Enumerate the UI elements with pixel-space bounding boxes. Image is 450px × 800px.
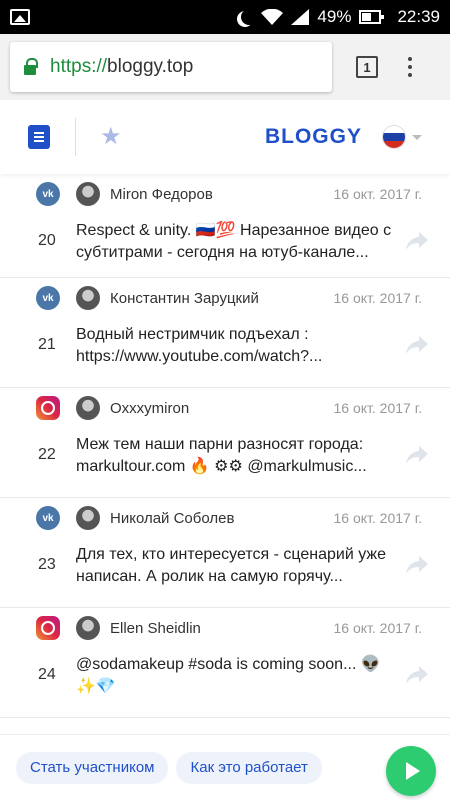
post-author[interactable]: Oxxxymiron: [110, 400, 189, 417]
chevron-down-icon[interactable]: [412, 134, 422, 140]
post-number: 24: [38, 666, 56, 683]
post-text[interactable]: Respect & unity. 🇷🇺💯 Нарезанное видео с …: [76, 220, 394, 264]
share-icon[interactable]: [406, 232, 428, 250]
post-date: 16 окт. 2017 г.: [333, 620, 423, 636]
post-author[interactable]: Ellen Sheidlin: [110, 620, 201, 637]
bottom-bar: Стать участником Как это работает: [0, 734, 450, 800]
play-icon: [406, 762, 420, 780]
avatar[interactable]: [76, 286, 100, 310]
clock: 22:39: [397, 7, 440, 26]
browser-toolbar: https:// bloggy.top 1: [0, 34, 450, 100]
tab-switcher-button[interactable]: 1: [356, 56, 378, 78]
post-number: 20: [38, 232, 56, 249]
address-bar[interactable]: https:// bloggy.top: [10, 42, 332, 92]
site-header: ★ BLOGGY: [0, 100, 450, 174]
post-number: 23: [38, 556, 56, 573]
join-button[interactable]: Стать участником: [16, 751, 169, 784]
post-feed[interactable]: vk Miron Федоров 16 окт. 2017 г. 20 Respect …: [0, 174, 450, 734]
post-item[interactable]: Ellen Sheidlin 16 окт. 2017 г. 24 @sodamake…: [0, 608, 450, 718]
language-flag-icon[interactable]: [382, 125, 406, 149]
post-date: 16 окт. 2017 г.: [333, 186, 423, 202]
url-host: bloggy.top: [107, 56, 194, 77]
play-button[interactable]: [386, 746, 436, 796]
post-author[interactable]: Николай Соболев: [110, 510, 234, 527]
browser-menu-icon[interactable]: [408, 57, 412, 77]
wifi-icon: [261, 9, 284, 25]
battery-icon: [359, 10, 385, 24]
share-icon[interactable]: [406, 666, 428, 684]
post-text[interactable]: Меж тем наши парни разносят города: mark…: [76, 434, 394, 478]
instagram-icon: [36, 396, 60, 420]
how-it-works-button[interactable]: Как это работает: [176, 751, 322, 784]
post-author[interactable]: Константин Заруцкий: [110, 290, 259, 307]
avatar[interactable]: [76, 396, 100, 420]
gallery-notification-icon: [10, 9, 30, 25]
post-author[interactable]: Miron Федоров: [110, 186, 213, 203]
instagram-icon: [36, 616, 60, 640]
vk-icon: vk: [36, 182, 60, 206]
url-scheme: https://: [50, 56, 108, 77]
post-item[interactable]: vk Константин Заруцкий 16 окт. 2017 г. 21 Во…: [0, 278, 450, 388]
avatar[interactable]: [76, 616, 100, 640]
share-icon[interactable]: [406, 556, 428, 574]
status-bar: 49% 22:39: [0, 0, 450, 34]
post-item[interactable]: vk Николай Соболев 16 окт. 2017 г. 23 Для те…: [0, 498, 450, 608]
post-text[interactable]: @sodamakeup #soda is coming soon... 👽✨💎: [76, 654, 394, 698]
site-logo[interactable]: BLOGGY: [265, 125, 362, 149]
tab-count: 1: [363, 59, 371, 75]
post-date: 16 окт. 2017 г.: [333, 290, 423, 306]
signal-icon: [291, 9, 310, 25]
do-not-disturb-icon: [241, 9, 257, 25]
post-number: 21: [38, 336, 56, 353]
post-text[interactable]: Для тех, кто интересуется - сценарий уже…: [76, 544, 394, 588]
star-icon[interactable]: ★: [100, 125, 122, 149]
avatar[interactable]: [76, 182, 100, 206]
share-icon[interactable]: [406, 336, 428, 354]
avatar[interactable]: [76, 506, 100, 530]
feed-list-icon[interactable]: [28, 125, 50, 149]
header-divider: [75, 118, 76, 156]
post-item[interactable]: Oxxxymiron 16 окт. 2017 г. 22 Меж тем наши …: [0, 388, 450, 498]
post-date: 16 окт. 2017 г.: [333, 400, 423, 416]
vk-icon: vk: [36, 506, 60, 530]
post-date: 16 окт. 2017 г.: [333, 510, 423, 526]
share-icon[interactable]: [406, 446, 428, 464]
post-text[interactable]: Водный нестримчик подъехал : https://www…: [76, 324, 394, 368]
lock-icon: [24, 57, 38, 75]
battery-percent: 49%: [317, 7, 352, 26]
post-number: 22: [38, 446, 56, 463]
vk-icon: vk: [36, 286, 60, 310]
post-item[interactable]: vk Miron Федоров 16 окт. 2017 г. 20 Respect …: [0, 174, 450, 278]
